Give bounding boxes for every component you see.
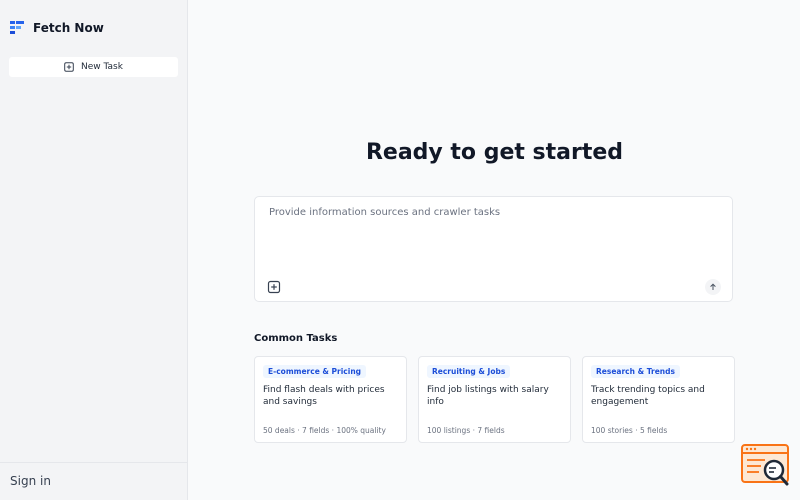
plus-square-icon[interactable]: [267, 280, 281, 294]
card-tag: Recruiting & Jobs: [427, 365, 511, 378]
browser-search-icon[interactable]: [741, 444, 791, 488]
main-content: Ready to get started Common Tasks E-comm…: [189, 0, 800, 500]
sidebar-divider: [0, 462, 188, 463]
section-title: Common Tasks: [254, 333, 338, 344]
card-tag: E-commerce & Pricing: [263, 365, 367, 378]
sign-in-button[interactable]: Sign in: [10, 474, 51, 488]
page-title: Ready to get started: [365, 140, 624, 165]
card-meta: 50 deals · 7 fields · 100% quality: [263, 426, 386, 435]
brand[interactable]: Fetch Now: [10, 20, 104, 35]
card-title: Find flash deals with prices and savings: [263, 385, 385, 407]
new-task-label: New Task: [81, 62, 123, 72]
arrow-up-icon: [710, 283, 716, 290]
plus-square-icon: [64, 62, 74, 72]
send-button[interactable]: [705, 279, 721, 295]
task-card-ecommerce[interactable]: E-commerce & Pricing Find flash deals wi…: [254, 356, 407, 443]
card-meta: 100 listings · 7 fields: [427, 426, 505, 435]
card-tag: Research & Trends: [591, 365, 680, 378]
new-task-button[interactable]: New Task: [9, 57, 178, 77]
card-meta: 100 stories · 5 fields: [591, 426, 668, 435]
card-title: Find job listings with salary info: [427, 385, 549, 407]
task-composer: [254, 196, 733, 302]
task-card-research[interactable]: Research & Trends Track trending topics …: [582, 356, 735, 443]
task-card-recruiting[interactable]: Recruiting & Jobs Find job listings with…: [418, 356, 571, 443]
app-name: Fetch Now: [33, 20, 104, 35]
fetch-now-logo-icon: [10, 21, 24, 34]
task-cards: E-commerce & Pricing Find flash deals wi…: [254, 356, 735, 443]
task-input[interactable]: [269, 207, 719, 218]
sidebar: Fetch Now New Task Sign in: [0, 0, 188, 500]
card-title: Track trending topics and engagement: [591, 385, 705, 407]
